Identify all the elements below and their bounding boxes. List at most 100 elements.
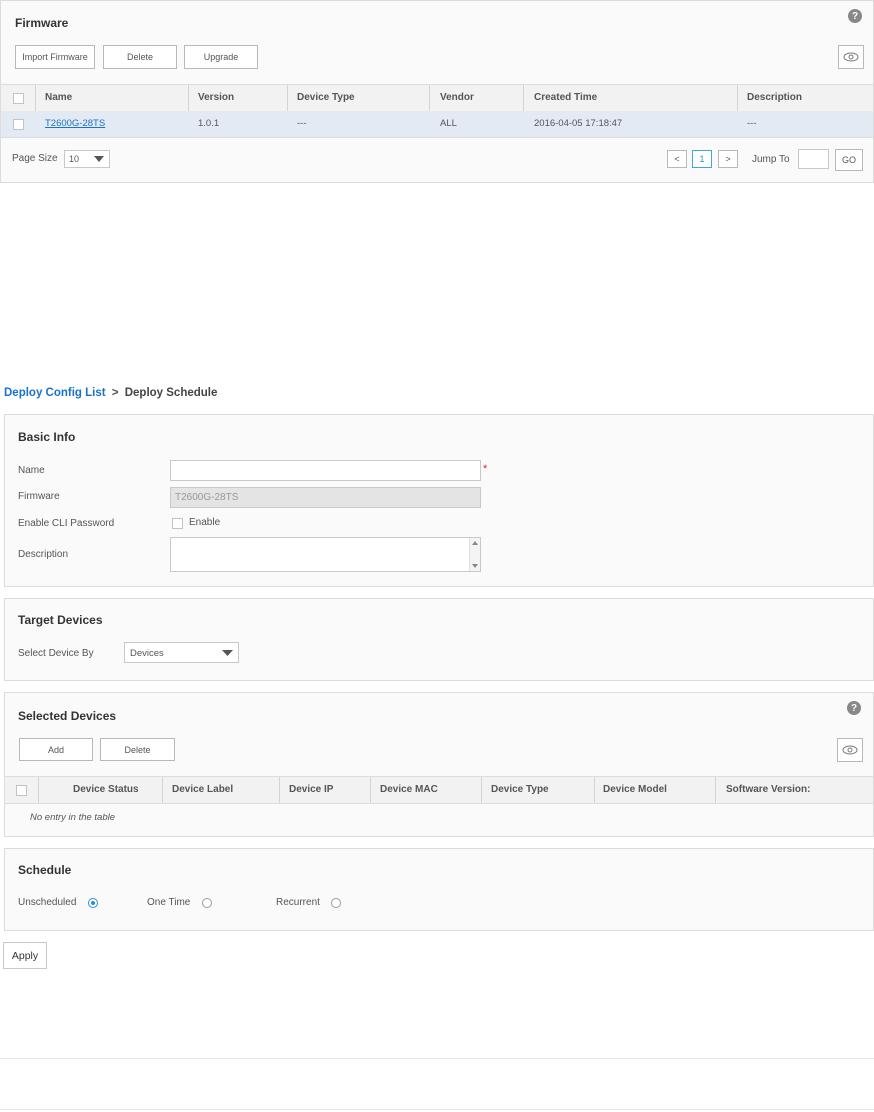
column-header-description[interactable]: Description	[747, 85, 802, 111]
column-divider	[162, 777, 163, 803]
column-divider	[594, 777, 595, 803]
firmware-field-value: T2600G-28TS	[175, 492, 239, 503]
select-device-by-label: Select Device By	[18, 648, 94, 659]
target-devices-title: Target Devices	[18, 613, 103, 627]
empty-table-message: No entry in the table	[30, 812, 116, 823]
go-button[interactable]: GO	[835, 149, 863, 171]
column-divider	[35, 85, 36, 111]
eye-icon	[842, 745, 858, 755]
description-label: Description	[18, 549, 69, 560]
row-checkbox[interactable]	[13, 119, 24, 130]
breadcrumb: Deploy Config List > Deploy Schedule	[4, 387, 217, 399]
cli-password-label: Enable CLI Password	[18, 518, 115, 529]
eye-icon	[843, 52, 859, 62]
textarea-scrollbar[interactable]	[469, 538, 480, 571]
select-device-by-dropdown[interactable]: Devices	[124, 642, 239, 663]
column-header-device-status[interactable]: Device Status	[73, 777, 139, 803]
schedule-title: Schedule	[18, 863, 72, 877]
column-divider	[188, 85, 189, 111]
firmware-table-header: Name Version Device Type Vendor Created …	[1, 84, 873, 112]
firmware-name-link[interactable]: T2600G-28TS	[45, 111, 105, 137]
column-visibility-button[interactable]	[837, 738, 863, 762]
divider	[0, 1109, 874, 1110]
schedule-panel: Schedule Unscheduled One Time Recurrent	[4, 848, 874, 931]
page-size-select[interactable]: 10	[64, 150, 110, 168]
unscheduled-label: Unscheduled	[18, 897, 77, 908]
name-input[interactable]	[170, 460, 481, 481]
firmware-device-type-cell: ---	[297, 118, 307, 129]
radio-selected-dot	[91, 901, 95, 905]
table-row[interactable]: T2600G-28TS 1.0.1 --- ALL 2016-04-05 17:…	[1, 111, 873, 138]
column-header-software-version[interactable]: Software Version:	[726, 777, 810, 803]
chevron-down-icon	[94, 156, 104, 162]
basic-info-title: Basic Info	[18, 430, 76, 444]
basic-info-panel: Basic Info Name * Firmware T2600G-28TS E…	[4, 414, 874, 587]
select-all-checkbox[interactable]	[13, 93, 24, 104]
column-header-device-mac[interactable]: Device MAC	[380, 777, 438, 803]
firmware-title: Firmware	[15, 16, 69, 30]
scroll-down-icon	[472, 564, 478, 568]
page-size-value: 10	[69, 154, 80, 164]
unscheduled-radio[interactable]	[88, 898, 98, 908]
breadcrumb-link[interactable]: Deploy Config List	[4, 387, 106, 399]
one-time-label: One Time	[147, 897, 191, 908]
column-divider	[287, 85, 288, 111]
jump-to-label: Jump To	[752, 154, 790, 165]
add-device-button[interactable]: Add	[19, 738, 93, 761]
column-header-device-model[interactable]: Device Model	[603, 777, 667, 803]
firmware-description-cell: ---	[747, 118, 757, 129]
column-divider	[481, 777, 482, 803]
next-page-button[interactable]: >	[718, 150, 738, 168]
column-divider	[737, 85, 738, 111]
recurrent-radio[interactable]	[331, 898, 341, 908]
page-1-button[interactable]: 1	[692, 150, 712, 168]
firmware-panel: Firmware ? Import Firmware Delete Upgrad…	[0, 0, 874, 183]
firmware-vendor-cell: ALL	[440, 118, 457, 129]
cli-password-checkbox-label: Enable	[189, 517, 221, 528]
description-textarea[interactable]	[170, 537, 481, 572]
column-divider	[429, 85, 430, 111]
delete-device-button[interactable]: Delete	[100, 738, 175, 761]
firmware-version-cell: 1.0.1	[198, 118, 220, 129]
column-header-version[interactable]: Version	[198, 85, 234, 111]
column-divider	[370, 777, 371, 803]
breadcrumb-current: Deploy Schedule	[124, 387, 218, 399]
column-divider	[279, 777, 280, 803]
one-time-radio[interactable]	[202, 898, 212, 908]
prev-page-button[interactable]: <	[667, 150, 687, 168]
column-divider	[523, 85, 524, 111]
apply-button[interactable]: Apply	[3, 942, 47, 969]
required-mark: *	[483, 463, 488, 475]
delete-button[interactable]: Delete	[103, 45, 177, 69]
divider	[0, 1058, 874, 1059]
column-header-device-type[interactable]: Device Type	[491, 777, 549, 803]
column-divider	[38, 777, 39, 803]
column-header-name[interactable]: Name	[45, 85, 72, 111]
firmware-field: T2600G-28TS	[170, 487, 481, 508]
column-header-device-label[interactable]: Device Label	[172, 777, 233, 803]
column-visibility-button[interactable]	[838, 45, 864, 69]
scroll-up-icon	[472, 541, 478, 545]
select-all-checkbox[interactable]	[16, 785, 27, 796]
name-label: Name	[18, 465, 45, 476]
cli-password-checkbox[interactable]	[172, 518, 183, 529]
firmware-created-time-cell: 2016-04-05 17:18:47	[534, 118, 623, 129]
column-header-created-time[interactable]: Created Time	[534, 85, 597, 111]
page-size-label: Page Size	[12, 153, 58, 164]
column-header-vendor[interactable]: Vendor	[440, 85, 474, 111]
chevron-down-icon	[222, 650, 233, 656]
help-icon[interactable]: ?	[847, 701, 861, 715]
select-device-by-value: Devices	[130, 648, 164, 659]
selected-devices-panel: Selected Devices ? Add Delete Device Sta…	[4, 692, 874, 837]
column-header-device-type[interactable]: Device Type	[297, 85, 355, 111]
jump-to-input[interactable]	[798, 149, 829, 169]
help-icon[interactable]: ?	[848, 9, 862, 23]
selected-devices-title: Selected Devices	[18, 709, 117, 723]
selected-devices-table-header: Device Status Device Label Device IP Dev…	[5, 776, 873, 804]
breadcrumb-separator: >	[111, 387, 119, 399]
recurrent-label: Recurrent	[276, 897, 320, 908]
column-header-device-ip[interactable]: Device IP	[289, 777, 333, 803]
upgrade-button[interactable]: Upgrade	[184, 45, 258, 69]
column-divider	[715, 777, 716, 803]
import-firmware-button[interactable]: Import Firmware	[15, 45, 95, 69]
